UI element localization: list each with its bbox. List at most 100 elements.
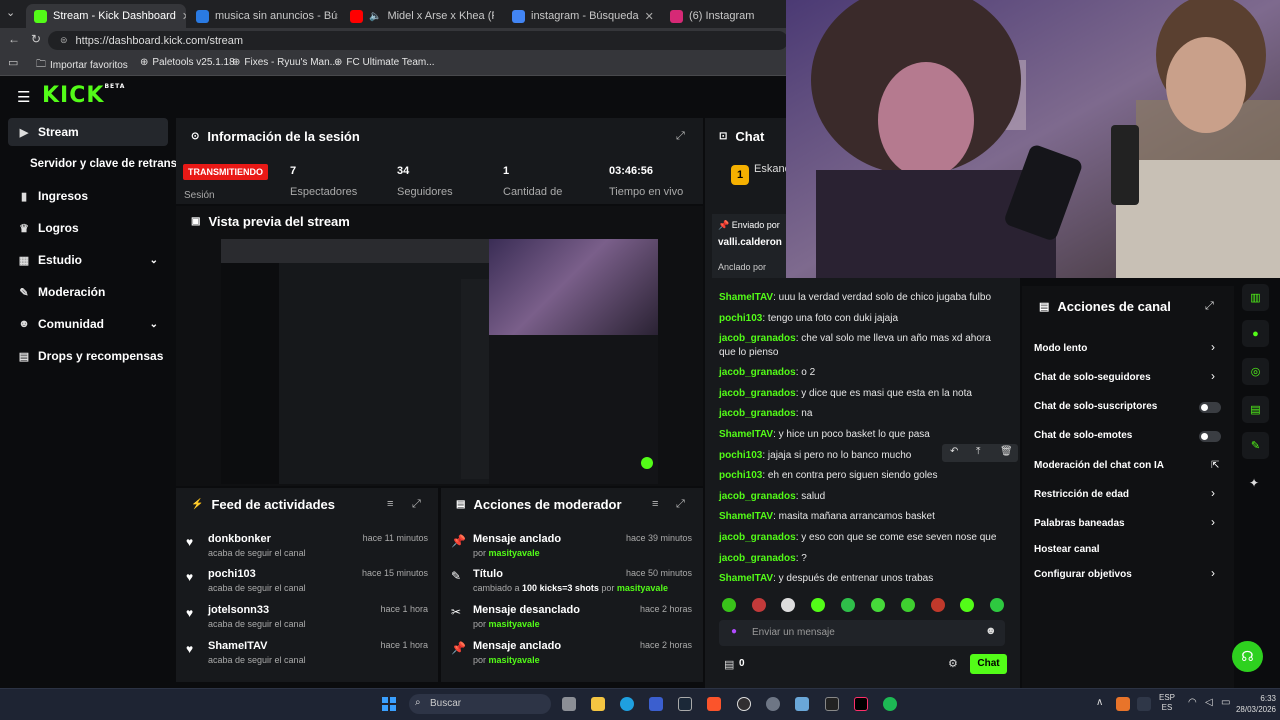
spotify-icon[interactable] <box>883 697 897 711</box>
chat-username[interactable]: jacob_granados <box>719 553 796 564</box>
filter-icon[interactable]: ≡ <box>387 498 393 510</box>
reply-icon[interactable]: ↶ <box>950 446 958 457</box>
chat-input[interactable]: ● Enviar un mensaje ☻ <box>719 620 1005 646</box>
volume-icon[interactable]: ◁ <box>1205 697 1213 708</box>
chevron-right-icon[interactable]: › <box>1211 566 1215 580</box>
language-indicator[interactable]: ESP ES <box>1159 693 1175 713</box>
rail-broadcast-icon[interactable]: ◎ <box>1242 358 1269 385</box>
sidebar-item-servidor[interactable]: Servidor y clave de retransn <box>8 150 184 178</box>
tab-bing-search[interactable]: musica sin anuncios - Búsqueda ✕ <box>188 4 338 28</box>
gift-icon[interactable]: ▤ <box>724 658 734 671</box>
emote-icon[interactable] <box>722 598 736 612</box>
mod-user[interactable]: masityavale <box>489 619 540 629</box>
taskbar-search[interactable]: ⌕ Buscar <box>409 694 551 714</box>
back-icon[interactable]: ← <box>8 32 20 46</box>
file-explorer-icon[interactable] <box>591 697 605 711</box>
tray-mic-icon[interactable] <box>1137 697 1151 711</box>
filter-icon[interactable]: ≡ <box>652 498 658 510</box>
battery-icon[interactable]: ▭ <box>1221 697 1230 708</box>
url-field[interactable]: ⊜ https://dashboard.kick.com/stream <box>48 31 788 50</box>
chat-username[interactable]: ShameITAV <box>719 511 773 522</box>
tab-instagram[interactable]: (6) Instagram <box>662 4 786 28</box>
edge-icon[interactable] <box>620 697 634 711</box>
rail-chat-icon[interactable]: ▥ <box>1242 284 1269 311</box>
chevron-right-icon[interactable]: › <box>1211 515 1215 529</box>
sidebar-item-logros[interactable]: ♛ Logros <box>8 214 168 242</box>
chat-username[interactable]: pochi103 <box>719 450 762 461</box>
settings-icon[interactable]: ⚙ <box>948 657 958 670</box>
emote-icon[interactable] <box>990 598 1004 612</box>
canal-row[interactable]: Chat de solo-suscriptores <box>1034 401 1157 412</box>
rail-message-icon[interactable]: ● <box>1242 320 1269 347</box>
clock[interactable]: 6:33 28/03/2026 <box>1232 693 1276 715</box>
bookmark-fixes[interactable]: ⊕ Fixes - Ryuu's Man... <box>232 57 338 68</box>
chat-send-button[interactable]: Chat <box>970 654 1007 674</box>
tiktok-icon[interactable] <box>854 697 868 711</box>
expand-icon[interactable]: ⤢ <box>676 130 685 143</box>
canal-row[interactable]: Restricción de edad <box>1034 489 1129 500</box>
close-icon[interactable]: ✕ <box>645 10 654 23</box>
rail-list-icon[interactable]: ▤ <box>1242 396 1269 423</box>
chevron-right-icon[interactable]: › <box>1211 486 1215 500</box>
tab-kick-dashboard[interactable]: Stream - Kick Dashboard ✕ <box>26 4 186 28</box>
bookmark-import[interactable]: 🗀 Importar favoritos <box>36 57 128 74</box>
tray-chevron-icon[interactable]: ∧ <box>1096 697 1103 708</box>
bookmark-fc[interactable]: ⊕ FC Ultimate Team... <box>334 57 435 68</box>
canal-row[interactable]: Moderación del chat con IA <box>1034 460 1164 471</box>
pin-icon[interactable]: ⤒ <box>976 446 980 457</box>
rail-wrench-icon[interactable]: ✎ <box>1242 432 1269 459</box>
trash-icon[interactable]: 🗑 <box>1000 446 1013 457</box>
chat-username[interactable]: pochi103 <box>719 470 762 481</box>
chat-username[interactable]: jacob_granados <box>719 367 796 378</box>
chat-username[interactable]: jacob_granados <box>719 491 796 502</box>
canal-row[interactable]: Modo lento <box>1034 343 1087 354</box>
emote-icon[interactable] <box>960 598 974 612</box>
bookmark-paletools[interactable]: ⊕ Paletools v25.1.18 <box>140 57 235 68</box>
app-icon[interactable] <box>649 697 663 711</box>
chevron-right-icon[interactable]: › <box>1211 369 1215 383</box>
toggle-switch[interactable] <box>1199 431 1221 442</box>
canal-row[interactable]: Palabras baneadas <box>1034 518 1125 529</box>
chat-username[interactable]: ShameITAV <box>719 573 773 584</box>
external-link-icon[interactable]: ⇱ <box>1211 460 1219 471</box>
wifi-icon[interactable]: ◠ <box>1188 697 1197 708</box>
menu-icon[interactable]: ☰ <box>17 88 30 106</box>
chat-username[interactable]: ShameITAV <box>719 429 773 440</box>
reload-icon[interactable]: ↻ <box>31 32 41 46</box>
tab-instagram-search[interactable]: instagram - Búsqueda ✕ <box>504 4 660 28</box>
emote-icon[interactable] <box>931 598 945 612</box>
emote-icon[interactable] <box>781 598 795 612</box>
task-view-icon[interactable] <box>562 697 576 711</box>
emote-icon[interactable] <box>811 598 825 612</box>
app2-icon[interactable] <box>795 697 809 711</box>
settings-app-icon[interactable] <box>766 697 780 711</box>
tab-youtube[interactable]: 🔈 Midel x Arse x Khea (Ft. Duki) <box>342 4 502 28</box>
emote-icon[interactable] <box>901 598 915 612</box>
obs-icon[interactable] <box>737 697 751 711</box>
rail-puzzle-icon[interactable]: ✦ <box>1249 476 1259 490</box>
expand-icon[interactable]: ⤢ <box>412 498 421 511</box>
toggle-switch[interactable] <box>1199 402 1221 413</box>
close-icon[interactable]: ✕ <box>182 10 186 23</box>
emote-icon[interactable] <box>841 598 855 612</box>
steam-icon[interactable] <box>678 697 692 711</box>
stream-preview-video[interactable] <box>221 239 658 484</box>
sidebar-item-comunidad[interactable]: ☻ Comunidad ⌄ <box>8 310 168 338</box>
sidebar-item-ingresos[interactable]: ▮ Ingresos <box>8 182 168 210</box>
sidebar-item-stream[interactable]: ▶ Stream <box>8 118 168 146</box>
canal-row[interactable]: Chat de solo-seguidores <box>1034 372 1151 383</box>
canal-row[interactable]: Configurar objetivos <box>1034 569 1132 580</box>
mod-user[interactable]: masityavale <box>489 548 540 558</box>
canal-row[interactable]: Chat de solo-emotes <box>1034 430 1132 441</box>
emote-icon[interactable] <box>871 598 885 612</box>
apps-icon[interactable]: ▭ <box>8 56 18 69</box>
kick-logo[interactable]: KICKBETA <box>42 83 125 108</box>
pinned-sender[interactable]: valli.calderon <box>718 237 782 248</box>
chat-username[interactable]: ShameITAV <box>719 292 773 303</box>
terminal-icon[interactable] <box>825 697 839 711</box>
mic-icon[interactable]: ● <box>731 626 737 637</box>
chat-username[interactable]: jacob_granados <box>719 333 796 344</box>
brave-icon[interactable] <box>707 697 721 711</box>
mod-user[interactable]: masityavale <box>489 655 540 665</box>
sidebar-item-drops[interactable]: ▤ Drops y recompensas <box>8 342 168 370</box>
